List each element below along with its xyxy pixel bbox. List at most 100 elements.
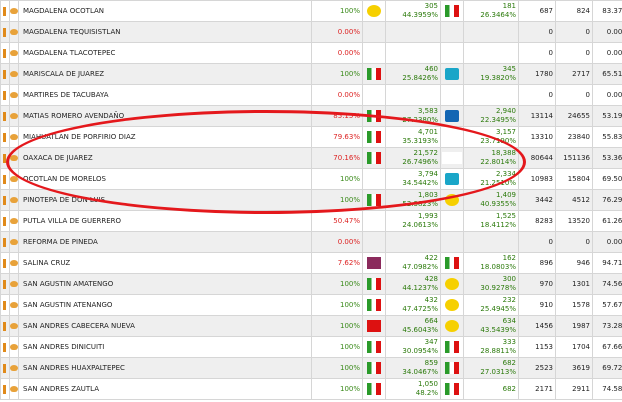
chart-icon[interactable] <box>0 189 10 211</box>
chart-icon[interactable] <box>0 84 10 106</box>
pie-chart-icon[interactable] <box>10 113 18 119</box>
chart-icon[interactable] <box>0 63 10 85</box>
pie-icon[interactable] <box>9 378 19 400</box>
table-row[interactable]: MARISCALA DE JUAREZ 100% 460 25.8426% 345 19.… <box>0 63 622 85</box>
pie-icon[interactable] <box>9 231 19 253</box>
table-row[interactable]: MIAHUATLAN DE PORFIRIO DIAZ 79.63% 4,701 35… <box>0 126 622 148</box>
table-row[interactable]: SAN ANDRES HUAXPALTEPEC 100% 859 34.0467% 68… <box>0 357 622 379</box>
bar-chart-icon[interactable] <box>3 321 6 331</box>
pie-icon[interactable] <box>9 252 19 274</box>
table-row[interactable]: SAN ANDRES ZAUTLA 100% 1,050 48.2% 682 2171 29… <box>0 378 622 400</box>
bar-chart-icon[interactable] <box>3 69 6 79</box>
chart-icon[interactable] <box>0 273 10 295</box>
pie-icon[interactable] <box>9 294 19 316</box>
bar-chart-icon[interactable] <box>3 153 6 163</box>
pie-icon[interactable] <box>9 210 19 232</box>
chart-icon[interactable] <box>0 357 10 379</box>
bar-chart-icon[interactable] <box>3 6 6 16</box>
bar-chart-icon[interactable] <box>3 27 6 37</box>
pie-chart-icon[interactable] <box>10 155 18 161</box>
chart-icon[interactable] <box>0 294 10 316</box>
chart-icon[interactable] <box>0 252 10 274</box>
bar-chart-icon[interactable] <box>3 237 6 247</box>
pie-chart-icon[interactable] <box>10 218 18 224</box>
table-row[interactable]: MAGDALENA OCOTLAN 100% 305 44.3959% 181 26.34… <box>0 0 622 22</box>
bar-chart-icon[interactable] <box>3 48 6 58</box>
chart-icon[interactable] <box>0 147 10 169</box>
pie-chart-icon[interactable] <box>10 92 18 98</box>
pie-chart-icon[interactable] <box>10 281 18 287</box>
table-row[interactable]: SAN AGUSTIN AMATENGO 100% 428 44.1237% 300 30… <box>0 273 622 295</box>
chart-icon[interactable] <box>0 126 10 148</box>
table-row[interactable]: OCOTLAN DE MORELOS 100% 3,794 34.5442% 2,334… <box>0 168 622 190</box>
table-row[interactable]: MATIAS ROMERO AVENDAÑO 85.15% 3,583 27.2380… <box>0 105 622 127</box>
table-row[interactable]: SAN AGUSTIN ATENANGO 100% 432 47.4725% 232 25… <box>0 294 622 316</box>
bar-chart-icon[interactable] <box>3 174 6 184</box>
pie-chart-icon[interactable] <box>10 302 18 308</box>
pie-icon[interactable] <box>9 0 19 22</box>
pie-chart-icon[interactable] <box>10 134 18 140</box>
participation-percent: 0.00% <box>592 231 622 253</box>
chart-icon[interactable] <box>0 315 10 337</box>
chart-icon[interactable] <box>0 231 10 253</box>
bar-chart-icon[interactable] <box>3 384 6 394</box>
pie-chart-icon[interactable] <box>10 50 18 56</box>
table-row[interactable]: SALINA CRUZ 7.62% 422 47.0982% 162 18.0803% 89… <box>0 252 622 274</box>
table-row[interactable]: MAGDALENA TLACOTEPEC 0.00% 0 0 0.00% <box>0 42 622 64</box>
bar-chart-icon[interactable] <box>3 258 6 268</box>
table-row[interactable]: PUTLA VILLA DE GUERRERO 50.47% 1,993 24.061… <box>0 210 622 232</box>
pie-chart-icon[interactable] <box>10 344 18 350</box>
party-panal-icon <box>445 110 459 122</box>
pie-chart-icon[interactable] <box>10 386 18 392</box>
chart-icon[interactable] <box>0 42 10 64</box>
pie-icon[interactable] <box>9 84 19 106</box>
table-row[interactable]: MAGDALENA TEQUISISTLAN 0.00% 0 0 0.00% <box>0 21 622 43</box>
bar-chart-icon[interactable] <box>3 132 6 142</box>
pie-chart-icon[interactable] <box>10 323 18 329</box>
table-row[interactable]: PINOTEPA DE DON LUIS 100% 1,803 52.3823% 1,4… <box>0 189 622 211</box>
bar-chart-icon[interactable] <box>3 363 6 373</box>
chart-icon[interactable] <box>0 336 10 358</box>
pie-icon[interactable] <box>9 105 19 127</box>
chart-icon[interactable] <box>0 21 10 43</box>
pie-icon[interactable] <box>9 147 19 169</box>
pie-icon[interactable] <box>9 21 19 43</box>
pie-icon[interactable] <box>9 357 19 379</box>
participation-percent: 53.19% <box>592 105 622 127</box>
table-row[interactable]: SAN ANDRES CABECERA NUEVA 100% 664 45.6043%… <box>0 315 622 337</box>
bar-chart-icon[interactable] <box>3 300 6 310</box>
table-row[interactable]: OAXACA DE JUAREZ 70.16% 21,572 26.7496% 18,3… <box>0 147 622 169</box>
bar-chart-icon[interactable] <box>3 111 6 121</box>
pie-chart-icon[interactable] <box>10 365 18 371</box>
pie-icon[interactable] <box>9 336 19 358</box>
voters-total-label: 151136 <box>563 154 590 162</box>
bar-chart-icon[interactable] <box>3 216 6 226</box>
chart-icon[interactable] <box>0 168 10 190</box>
table-row[interactable]: REFORMA DE PINEDA 0.00% 0 0 0.00% <box>0 231 622 253</box>
table-row[interactable]: SAN ANDRES DINICUITI 100% 347 30.0954% 333 28… <box>0 336 622 358</box>
chart-icon[interactable] <box>0 378 10 400</box>
pie-icon[interactable] <box>9 63 19 85</box>
pie-chart-icon[interactable] <box>10 29 18 35</box>
pie-icon[interactable] <box>9 189 19 211</box>
pie-icon[interactable] <box>9 126 19 148</box>
pie-chart-icon[interactable] <box>10 8 18 14</box>
pie-chart-icon[interactable] <box>10 176 18 182</box>
pie-chart-icon[interactable] <box>10 239 18 245</box>
chart-icon[interactable] <box>0 105 10 127</box>
pie-icon[interactable] <box>9 42 19 64</box>
chart-icon[interactable] <box>0 210 10 232</box>
pie-icon[interactable] <box>9 168 19 190</box>
pie-chart-icon[interactable] <box>10 197 18 203</box>
municipality-name: MAGDALENA TLACOTEPEC <box>18 42 312 64</box>
pie-icon[interactable] <box>9 273 19 295</box>
bar-chart-icon[interactable] <box>3 90 6 100</box>
pie-icon[interactable] <box>9 315 19 337</box>
pie-chart-icon[interactable] <box>10 260 18 266</box>
pie-chart-icon[interactable] <box>10 71 18 77</box>
bar-chart-icon[interactable] <box>3 279 6 289</box>
table-row[interactable]: MARTIRES DE TACUBAYA 0.00% 0 0 0.00% <box>0 84 622 106</box>
bar-chart-icon[interactable] <box>3 195 6 205</box>
bar-chart-icon[interactable] <box>3 342 6 352</box>
chart-icon[interactable] <box>0 0 10 22</box>
